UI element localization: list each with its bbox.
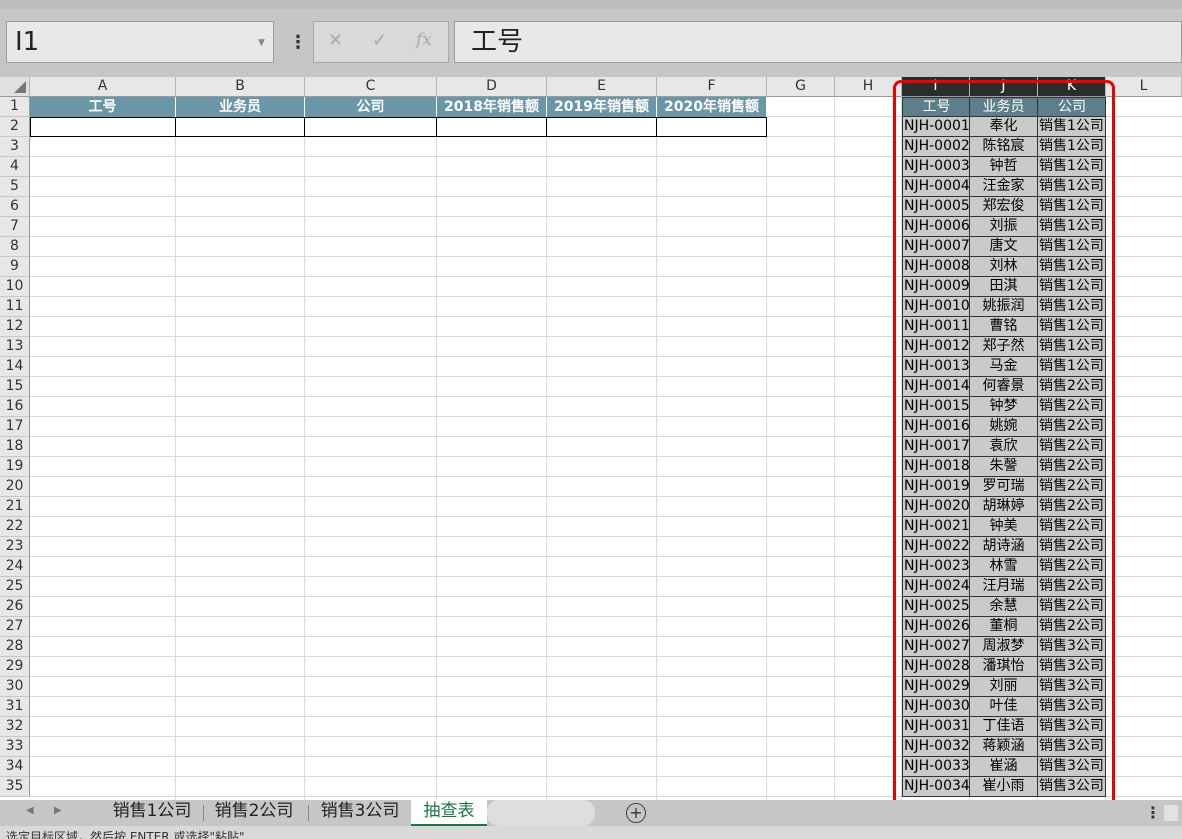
row-header-21[interactable]: 21 [0,497,30,517]
sheet-tab-sales2[interactable]: 销售2公司 [206,800,302,826]
row-header-23[interactable]: 23 [0,537,30,557]
formula-bar: I1 ▼ ⋮ ✕ ✓ fx 工号 [0,9,1182,77]
row-header-16[interactable]: 16 [0,397,30,417]
lookup-header-cell[interactable]: 2019年销售额 [547,97,657,117]
row-header-12[interactable]: 12 [0,317,30,337]
row-header-22[interactable]: 22 [0,517,30,537]
sheet-tab-sales1[interactable]: 销售1公司 [104,800,200,826]
column-header-l[interactable]: L [1106,77,1182,97]
formula-buttons: ✕ ✓ fx [313,21,449,63]
row-header-11[interactable]: 11 [0,297,30,317]
more-tabs-icon[interactable]: ⋮ [1145,803,1161,822]
gridline [436,97,437,800]
row-header-9[interactable]: 9 [0,257,30,277]
lookup-input-cell[interactable] [547,117,657,137]
add-sheet-icon[interactable]: + [626,803,646,823]
column-header-b[interactable]: B [176,77,305,97]
row-header-8[interactable]: 8 [0,237,30,257]
row-header-6[interactable]: 6 [0,197,30,217]
blurred-tab [487,800,595,826]
formula-input[interactable]: 工号 [454,21,1182,63]
gridline [656,97,657,800]
gridline [304,97,305,800]
row-header-27[interactable]: 27 [0,617,30,637]
row-header-3[interactable]: 3 [0,137,30,157]
name-box[interactable]: I1 [6,21,274,63]
row-header-10[interactable]: 10 [0,277,30,297]
enter-icon[interactable]: ✓ [372,30,387,51]
horizontal-scroll-left[interactable] [1164,805,1178,821]
row-header-17[interactable]: 17 [0,417,30,437]
gridline [546,97,547,800]
row-header-19[interactable]: 19 [0,457,30,477]
row-header-18[interactable]: 18 [0,437,30,457]
select-all-icon [14,81,26,93]
lookup-input-cell[interactable] [305,117,437,137]
lookup-input-cell[interactable] [437,117,547,137]
lookup-input-cell[interactable] [657,117,767,137]
row-header-28[interactable]: 28 [0,637,30,657]
column-header-a[interactable]: A [30,77,176,97]
row-header-5[interactable]: 5 [0,177,30,197]
lookup-header-cell[interactable]: 2020年销售额 [657,97,767,117]
row-header-34[interactable]: 34 [0,757,30,777]
gridline [834,97,835,800]
row-header-4[interactable]: 4 [0,157,30,177]
row-header-26[interactable]: 26 [0,597,30,617]
row-header-32[interactable]: 32 [0,717,30,737]
column-header-e[interactable]: E [547,77,657,97]
selection-highlight [893,80,1115,818]
row-header-13[interactable]: 13 [0,337,30,357]
lookup-header-cell[interactable]: 2018年销售额 [437,97,547,117]
tab-divider [203,805,204,821]
row-header-35[interactable]: 35 [0,777,30,797]
insert-function-icon[interactable]: fx [416,30,432,50]
lookup-input-cell[interactable] [30,117,176,137]
column-header-d[interactable]: D [437,77,547,97]
column-header-c[interactable]: C [305,77,437,97]
column-header-f[interactable]: F [657,77,767,97]
lookup-header-cell[interactable]: 业务员 [176,97,305,117]
gridline [175,97,176,800]
select-all-corner[interactable] [0,77,30,97]
name-box-dropdown-icon[interactable]: ▼ [258,38,265,48]
tab-divider [308,805,309,821]
row-header-14[interactable]: 14 [0,357,30,377]
row-header-30[interactable]: 30 [0,677,30,697]
sheet-tab-check[interactable]: 抽查表 [411,800,487,826]
sheet-tab-sales3[interactable]: 销售3公司 [312,800,408,826]
row-header-7[interactable]: 7 [0,217,30,237]
row-header-31[interactable]: 31 [0,697,30,717]
column-header-h[interactable]: H [835,77,902,97]
cancel-icon[interactable]: ✕ [328,30,343,51]
column-header-g[interactable]: G [767,77,835,97]
lookup-header-cell[interactable]: 工号 [30,97,176,117]
gridline [766,97,767,800]
more-options-icon[interactable]: ⋮ [289,32,307,53]
lookup-header-cell[interactable]: 公司 [305,97,437,117]
status-bar: 选定目标区域，然后按 ENTER 或选择"粘贴" [0,826,1182,839]
lookup-input-cell[interactable] [176,117,305,137]
row-header-20[interactable]: 20 [0,477,30,497]
row-header-15[interactable]: 15 [0,377,30,397]
row-header-25[interactable]: 25 [0,577,30,597]
row-header-1[interactable]: 1 [0,97,30,117]
row-header-33[interactable]: 33 [0,737,30,757]
sheet-tab-bar: ◀ ▶ 销售1公司 销售2公司 销售3公司 抽查表 + ⋮ [0,800,1182,826]
row-header-2[interactable]: 2 [0,117,30,137]
row-header-24[interactable]: 24 [0,557,30,577]
row-header-29[interactable]: 29 [0,657,30,677]
tab-next-icon[interactable]: ▶ [54,805,62,816]
tab-prev-icon[interactable]: ◀ [26,805,34,816]
